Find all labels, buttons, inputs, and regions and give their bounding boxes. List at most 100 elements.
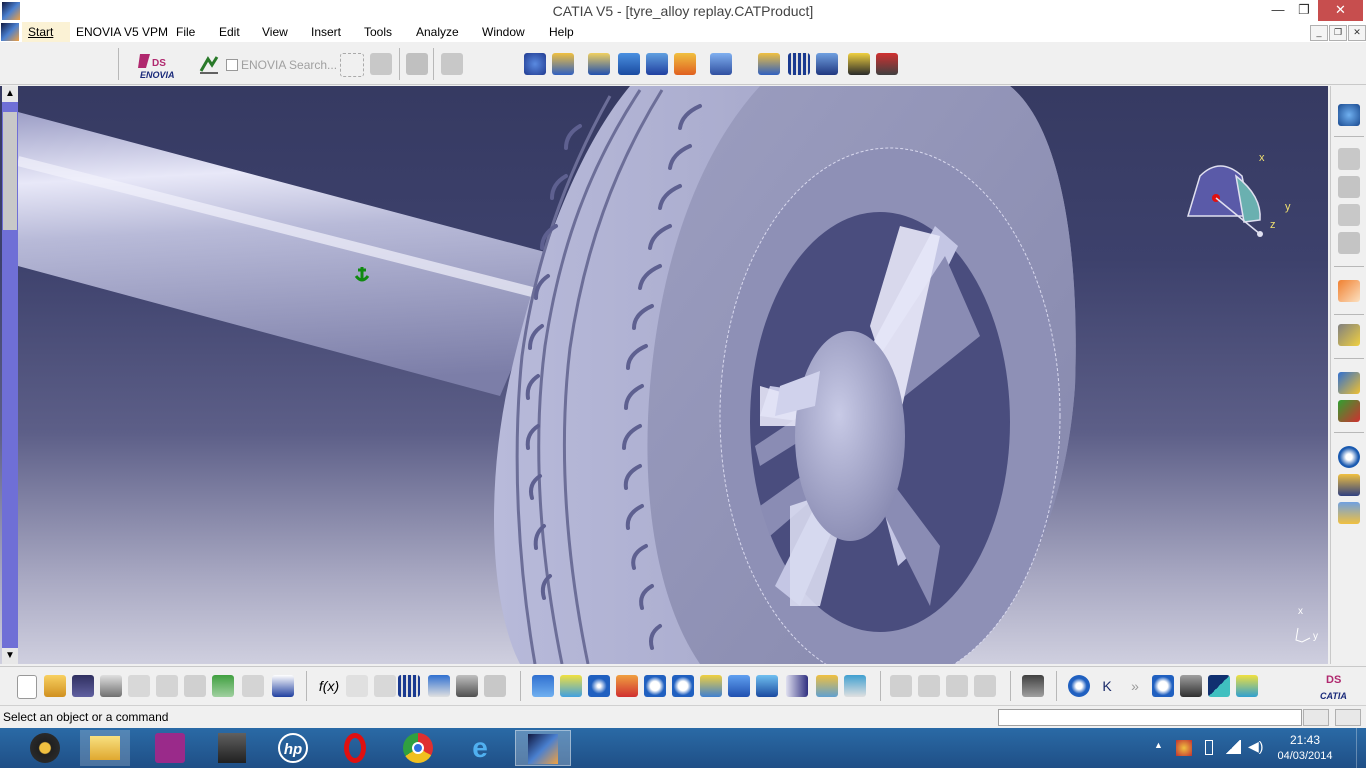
- 3d-viewport[interactable]: x y z x y: [0, 86, 1328, 664]
- assembly-feature-icon[interactable]: [646, 53, 668, 75]
- command-button-2[interactable]: [1335, 709, 1361, 726]
- paste-icon[interactable]: [184, 675, 206, 697]
- normal-view-icon[interactable]: [700, 675, 722, 697]
- clock-time[interactable]: 21:43: [1270, 733, 1340, 747]
- spiral-icon[interactable]: [1338, 446, 1360, 468]
- hide-show-icon[interactable]: [816, 675, 838, 697]
- product-structure-icon[interactable]: [758, 53, 780, 75]
- insert-component-icon[interactable]: [1338, 148, 1360, 170]
- existing-component-icon[interactable]: [1338, 232, 1360, 254]
- first-frame-icon[interactable]: K: [1096, 675, 1118, 697]
- formula-icon[interactable]: f(x): [318, 675, 340, 697]
- chrome-icon[interactable]: [393, 730, 443, 766]
- section-icon[interactable]: [1208, 675, 1230, 697]
- file-explorer-icon[interactable]: [80, 730, 130, 766]
- shading-icon[interactable]: [786, 675, 808, 697]
- analysis-3-icon[interactable]: [946, 675, 968, 697]
- menu-tools[interactable]: Tools: [364, 25, 392, 39]
- analysis-1-icon[interactable]: [890, 675, 912, 697]
- copy-icon[interactable]: [156, 675, 178, 697]
- scroll-thumb[interactable]: [3, 112, 17, 230]
- compass-widget[interactable]: [1186, 165, 1263, 237]
- part-icon[interactable]: [816, 53, 838, 75]
- security-tray-icon[interactable]: [1176, 740, 1192, 756]
- enovia-connect-icon[interactable]: [198, 53, 220, 75]
- fly-mode-icon[interactable]: [524, 53, 546, 75]
- measure-icon[interactable]: [1180, 675, 1202, 697]
- enovia-search-field[interactable]: ENOVIA Search...: [241, 58, 337, 72]
- catalog-icon[interactable]: [552, 53, 574, 75]
- volume-icon[interactable]: ◀): [1248, 738, 1263, 755]
- scene-icon[interactable]: [1338, 474, 1360, 496]
- pointer-select-icon[interactable]: [1338, 280, 1360, 302]
- menu-edit[interactable]: Edit: [219, 25, 240, 39]
- internet-explorer-icon[interactable]: e: [455, 730, 505, 766]
- show-desktop-button[interactable]: [1356, 728, 1366, 768]
- print-icon[interactable]: [100, 675, 122, 697]
- battery-icon[interactable]: [1205, 740, 1213, 755]
- pan-icon[interactable]: [588, 675, 610, 697]
- zoom-out-icon[interactable]: [672, 675, 694, 697]
- menu-window[interactable]: Window: [482, 25, 525, 39]
- manipulation-icon[interactable]: [848, 53, 870, 75]
- graph-icon[interactable]: [428, 675, 450, 697]
- network-signal-icon[interactable]: [1225, 740, 1241, 754]
- new-icon[interactable]: [17, 675, 37, 699]
- enovia-logo-icon[interactable]: DS ENOVIA: [136, 50, 186, 80]
- select-tool-icon[interactable]: [710, 53, 732, 75]
- comment-icon[interactable]: [346, 675, 368, 697]
- clash-icon[interactable]: [1236, 675, 1258, 697]
- redo-icon[interactable]: [242, 675, 264, 697]
- close-button[interactable]: ✕: [1318, 0, 1363, 21]
- target-icon[interactable]: [1068, 675, 1090, 697]
- multi-view-icon[interactable]: [728, 675, 750, 697]
- doc-close-button[interactable]: ✕: [1348, 25, 1366, 41]
- workbench-icon[interactable]: [1338, 104, 1360, 126]
- doc-minimize-button[interactable]: _: [1310, 25, 1328, 41]
- 3d-model-view[interactable]: x y z x y: [0, 86, 1328, 664]
- menu-enovia[interactable]: ENOVIA V5 VPM: [76, 25, 168, 39]
- explode-icon[interactable]: [1338, 502, 1360, 524]
- fit-all-icon[interactable]: [560, 675, 582, 697]
- menu-analyze[interactable]: Analyze: [416, 25, 459, 39]
- table-icon[interactable]: [788, 53, 810, 75]
- analysis-4-icon[interactable]: [974, 675, 996, 697]
- zoom-in-icon[interactable]: [644, 675, 666, 697]
- menu-file[interactable]: File: [176, 25, 195, 39]
- fix-component-icon[interactable]: [1338, 400, 1360, 422]
- constraint-tool-icon[interactable]: [1338, 372, 1360, 394]
- enovia-search-checkbox[interactable]: [226, 59, 238, 71]
- scroll-up-arrow-icon[interactable]: ▲: [2, 86, 18, 102]
- menu-help[interactable]: Help: [549, 25, 574, 39]
- iso-view-icon[interactable]: [756, 675, 778, 697]
- enovia-refresh-icon[interactable]: [406, 53, 428, 75]
- next-frame-icon[interactable]: »: [1124, 675, 1146, 697]
- constraint-icon[interactable]: [618, 53, 640, 75]
- undo-icon[interactable]: [212, 675, 234, 697]
- hp-icon[interactable]: hp: [268, 730, 318, 766]
- menu-insert[interactable]: Insert: [311, 25, 341, 39]
- tools-icon[interactable]: [876, 53, 898, 75]
- analysis-2-icon[interactable]: [918, 675, 940, 697]
- clock-date[interactable]: 04/03/2014: [1270, 750, 1340, 762]
- doc-restore-button[interactable]: ❐: [1329, 25, 1347, 41]
- parameter-icon[interactable]: [374, 675, 396, 697]
- fly-icon[interactable]: [532, 675, 554, 697]
- insert-product-icon[interactable]: [1338, 176, 1360, 198]
- swap-visible-icon[interactable]: [844, 675, 866, 697]
- command-input[interactable]: [998, 709, 1302, 726]
- rotate-icon[interactable]: [616, 675, 638, 697]
- enovia-tree-icon[interactable]: [340, 53, 364, 77]
- opera-icon[interactable]: [330, 730, 380, 766]
- enovia-sync-icon[interactable]: [441, 53, 463, 75]
- open-icon[interactable]: [44, 675, 66, 697]
- catia-menu-icon[interactable]: [1, 23, 19, 41]
- show-hidden-icons-icon[interactable]: ▲: [1154, 740, 1163, 750]
- catia-icon[interactable]: [515, 730, 571, 766]
- scroll-down-arrow-icon[interactable]: ▼: [2, 648, 18, 664]
- move-icon[interactable]: [1338, 324, 1360, 346]
- command-button-1[interactable]: [1303, 709, 1329, 726]
- save-icon[interactable]: [72, 675, 94, 697]
- lock-icon[interactable]: [456, 675, 478, 697]
- vertical-scrollbar[interactable]: ▲ ▼: [2, 86, 18, 664]
